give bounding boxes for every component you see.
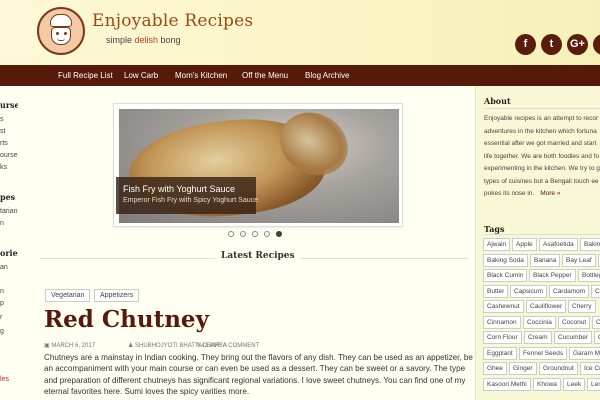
tags-heading: Tags: [484, 224, 505, 234]
tag-link[interactable]: Asafoetida: [539, 238, 578, 251]
about-line: types of cuisines but a Bengali touch ee: [484, 177, 599, 185]
nav-item[interactable]: Full Recipe List: [58, 65, 113, 86]
about-heading: About: [484, 96, 511, 106]
tag-link[interactable]: Ice Crea: [580, 362, 600, 375]
tag-link[interactable]: Ginger: [509, 362, 537, 375]
tag-link[interactable]: Banana: [530, 253, 561, 267]
tag-link[interactable]: Ghee: [483, 362, 507, 375]
tag-link[interactable]: Bottlego: [578, 269, 600, 282]
about-line: experimenting in the kitchen. We try to …: [484, 165, 600, 172]
tag-link[interactable]: Cherry: [568, 300, 596, 313]
nav-item[interactable]: Low Carb: [124, 65, 158, 86]
tag-link[interactable]: Garam Mas: [569, 346, 600, 360]
slide-caption[interactable]: Fish Fry with Yoghurt Sauce Emperor Fish…: [116, 177, 259, 214]
about-line: life together. We are both foodies and f…: [484, 152, 600, 160]
chef-logo-icon[interactable]: [37, 7, 85, 55]
tag-link[interactable]: Carr: [591, 284, 600, 298]
tag-link[interactable]: Eggplant: [483, 346, 517, 360]
tag-link[interactable]: Black Cumin: [483, 269, 528, 282]
google-plus-icon[interactable]: G+: [567, 34, 588, 55]
sidebar-link[interactable]: n: [0, 220, 4, 227]
tag-link[interactable]: Cashewnut: [483, 300, 524, 313]
about-more-link[interactable]: More »: [540, 190, 560, 197]
tag-link[interactable]: Lemo: [587, 377, 600, 391]
latest-recipes-heading: Latest Recipes: [215, 251, 301, 261]
category-tag[interactable]: Appetizers: [94, 289, 140, 302]
post-excerpt: Chutneys are a mainstay in Indian cookin…: [44, 353, 473, 396]
tag-link[interactable]: Coriand: [592, 315, 600, 329]
tag-link[interactable]: Coconut: [558, 315, 591, 329]
nav-item[interactable]: Blog Archive: [305, 65, 349, 86]
sidebar-link[interactable]: tarian: [0, 208, 18, 215]
nav-item[interactable]: Mom's Kitchen: [175, 65, 227, 86]
about-line: adventures in the kitchen which fortuna: [484, 127, 597, 135]
site-tagline: simple delish bong: [106, 35, 181, 45]
sidebar-link[interactable]: ourse: [0, 152, 18, 159]
tag-link[interactable]: Fennel Seeds: [519, 346, 568, 360]
sidebar-link[interactable]: p: [0, 300, 4, 307]
sidebar-heading: urses: [0, 100, 18, 110]
sidebar-link[interactable]: les: [0, 376, 9, 383]
tag-link[interactable]: Cucumber: [554, 331, 592, 344]
slider-dot[interactable]: [276, 231, 282, 237]
sidebar-link[interactable]: r: [0, 314, 2, 321]
tag-link[interactable]: Apple: [512, 238, 537, 251]
twitter-icon[interactable]: t: [541, 34, 562, 55]
about-text: Enjoyable recipes is an attempt to recor…: [484, 113, 600, 201]
site-header: Enjoyable Recipes simple delish bong ftG…: [0, 0, 600, 65]
sidebar-link[interactable]: n: [0, 288, 4, 295]
tag-link[interactable]: Corn Flour: [483, 331, 522, 344]
sidebar-link[interactable]: ks: [0, 164, 7, 171]
tag-link[interactable]: Cardamom: [549, 284, 590, 298]
about-line: Enjoyable recipes is an attempt to recor: [484, 115, 599, 122]
facebook-icon[interactable]: f: [515, 34, 536, 55]
site-title[interactable]: Enjoyable Recipes: [92, 11, 253, 31]
slider-dot[interactable]: [252, 231, 258, 237]
tag-link[interactable]: Khowa: [533, 377, 561, 391]
about-line: pokes its nose in. More »: [484, 190, 561, 197]
tag-link[interactable]: Baking Soda: [483, 253, 528, 267]
nav-item[interactable]: Off the Menu: [242, 65, 288, 86]
tag-link[interactable]: Cream: [524, 331, 552, 344]
tag-link[interactable]: Groundnut: [539, 362, 578, 375]
sidebar-link[interactable]: s: [0, 116, 4, 123]
about-line: essential after we got married and start: [484, 140, 597, 147]
tag-link[interactable]: Cinnamon: [483, 315, 521, 329]
sidebar-link[interactable]: st: [0, 128, 5, 135]
sidebar-link[interactable]: g: [0, 328, 4, 335]
extra-icon[interactable]: f: [593, 34, 600, 55]
tag-link[interactable]: Coccinia: [523, 315, 556, 329]
divider: [484, 108, 600, 109]
tag-cloud: AjwainAppleAsafoetidaBaking P Baking Soda…: [483, 238, 600, 400]
tag-link[interactable]: Black Pepper: [529, 269, 576, 282]
tag-link[interactable]: Capsicum: [510, 284, 547, 298]
post-date: ▣ MARCH 6, 2017: [44, 343, 96, 349]
sidebar-heading: pes: [0, 192, 16, 202]
slider-dot[interactable]: [240, 231, 246, 237]
post-comment-link[interactable]: ✎ LEAVE A COMMENT: [196, 342, 259, 349]
tag-link[interactable]: Kasoori Methi: [483, 377, 531, 391]
tag-link[interactable]: Cauliflower: [526, 300, 567, 313]
tag-link[interactable]: Leek: [563, 377, 586, 391]
left-sidebar: ursessstrtsoursekspestariannoriesannprgl…: [0, 86, 18, 400]
sidebar-link[interactable]: an: [0, 264, 8, 271]
sidebar-heading: ories: [0, 248, 18, 258]
post-title[interactable]: Red Chutney: [44, 306, 209, 333]
tag-link[interactable]: Cur: [594, 331, 600, 344]
category-tag[interactable]: Vegetarian: [45, 289, 91, 302]
tag-link[interactable]: Baking P: [580, 238, 600, 251]
tag-link[interactable]: Butter: [483, 284, 509, 298]
slide-caption-subtitle: Emperor Fish Fry with Spicy Yoghurt Sauc…: [123, 197, 259, 204]
slider-dot[interactable]: [264, 231, 270, 237]
tag-link[interactable]: Ajwain: [483, 238, 511, 251]
divider: [484, 234, 600, 235]
tag-link[interactable]: Bay Leaf: [562, 253, 596, 267]
slider-dot[interactable]: [228, 231, 234, 237]
main-nav: Full Recipe List Low Carb Mom's Kitchen Off…: [0, 65, 600, 86]
slide-caption-title[interactable]: Fish Fry with Yoghurt Sauce: [123, 184, 249, 194]
sidebar-link[interactable]: rts: [0, 140, 8, 147]
